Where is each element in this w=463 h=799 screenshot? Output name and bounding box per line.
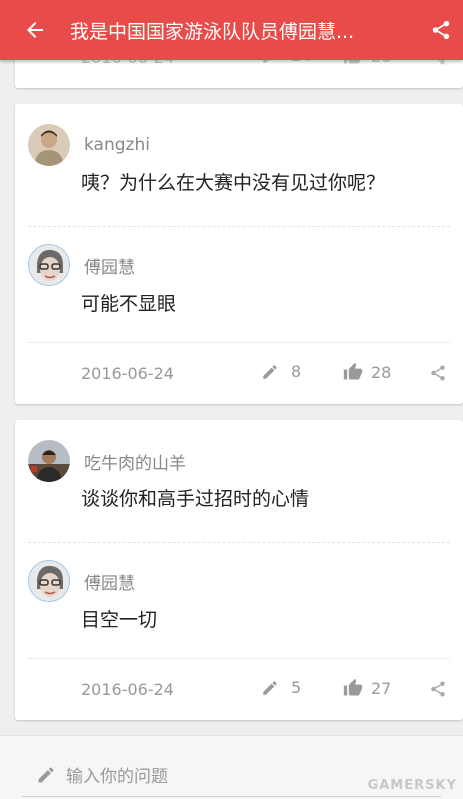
pencil-icon <box>263 364 277 379</box>
question-text: 谈谈你和高手过招时的心情 <box>81 488 310 510</box>
card-share-button[interactable] <box>429 680 447 702</box>
divider <box>28 342 450 343</box>
divider <box>28 658 450 659</box>
question-input[interactable]: 输入你的问题 <box>36 762 168 787</box>
answer-date: 2016-06-24 <box>81 364 174 383</box>
answer-header: 傅园慧 <box>28 560 450 602</box>
avatar[interactable] <box>28 440 70 482</box>
page-title: 我是中国国家游泳队队员傅园慧... <box>70 20 355 43</box>
card-meta: 2016-06-24 8 28 <box>15 356 463 392</box>
share-icon <box>431 681 445 697</box>
input-underline <box>22 796 441 797</box>
back-button[interactable] <box>0 0 70 60</box>
input-placeholder: 输入你的问题 <box>66 767 168 787</box>
card-share-button[interactable] <box>429 364 447 386</box>
question-input-bar: 输入你的问题 GAMERSKY <box>0 735 463 799</box>
share-icon <box>432 20 450 40</box>
thumbs-up-icon <box>343 362 363 380</box>
qa-card[interactable]: kangzhi 咦？为什么在大赛中没有见过你呢？ 傅园慧 可能不显眼 2016-… <box>15 104 463 404</box>
edit-count[interactable]: 5 <box>261 678 301 697</box>
card-meta: 2016-06-24 5 27 <box>15 672 463 708</box>
pencil-icon <box>263 680 277 695</box>
question-header: kangzhi <box>28 124 450 166</box>
share-icon <box>431 365 445 381</box>
answerer-name[interactable]: 傅园慧 <box>84 569 135 594</box>
like-count[interactable]: 27 <box>343 678 391 698</box>
pencil-icon <box>38 767 54 782</box>
qa-card[interactable]: 吃牛肉的山羊 谈谈你和高手过招时的心情 傅园慧 目空一切 2016-06-24 … <box>15 420 463 720</box>
answer-header: 傅园慧 <box>28 244 450 286</box>
question-header: 吃牛肉的山羊 <box>28 440 450 482</box>
divider <box>28 226 450 227</box>
avatar[interactable] <box>28 560 70 602</box>
avatar[interactable] <box>28 124 70 166</box>
header-share-button[interactable] <box>419 0 463 60</box>
asker-name[interactable]: 吃牛肉的山羊 <box>84 449 186 474</box>
answer-text: 可能不显眼 <box>81 293 177 315</box>
avatar[interactable] <box>28 244 70 286</box>
answer-text: 目空一切 <box>81 609 158 631</box>
arrow-left-icon <box>27 22 43 38</box>
answerer-name[interactable]: 傅园慧 <box>84 253 135 278</box>
question-text: 咦？为什么在大赛中没有见过你呢？ <box>81 172 386 194</box>
divider <box>28 542 450 543</box>
asker-name[interactable]: kangzhi <box>84 135 150 155</box>
app-header: 我是中国国家游泳队队员傅园慧... <box>0 0 463 60</box>
watermark: GAMERSKY <box>367 778 457 793</box>
answer-date: 2016-06-24 <box>81 680 174 699</box>
like-count[interactable]: 28 <box>343 362 391 382</box>
edit-count[interactable]: 8 <box>261 362 301 381</box>
thumbs-up-icon <box>343 678 363 696</box>
